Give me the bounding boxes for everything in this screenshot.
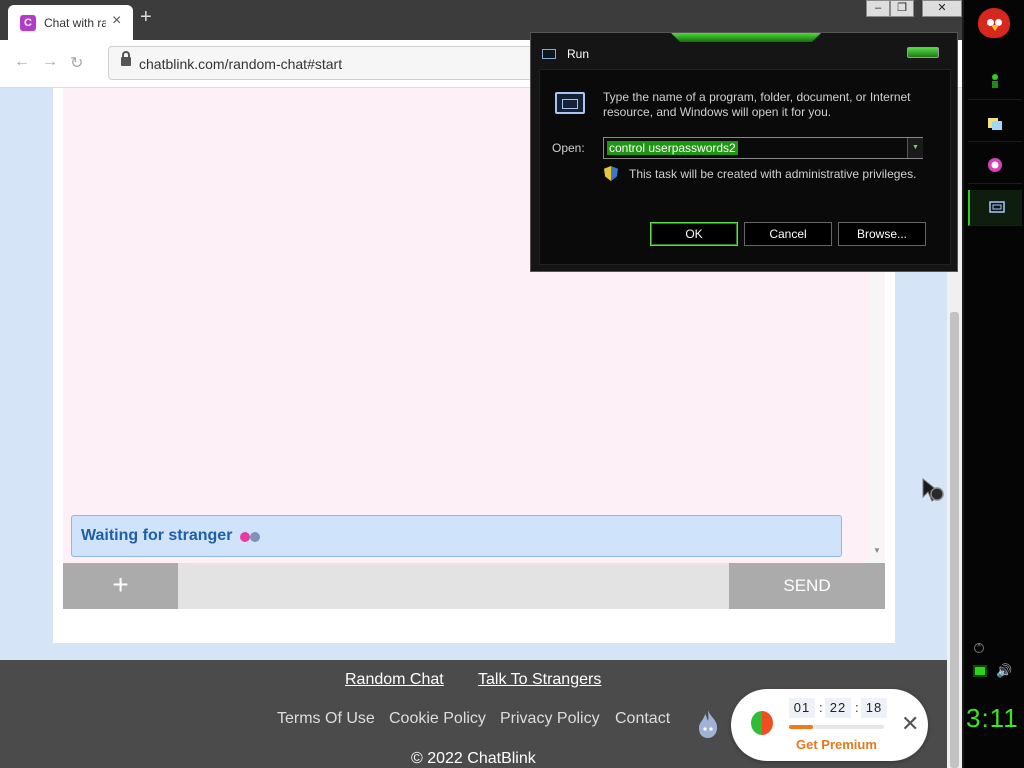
run-window-icon bbox=[989, 201, 1005, 213]
chatblink-favicon-icon: C bbox=[20, 15, 36, 31]
timer-separator: : bbox=[855, 700, 859, 715]
waiting-status-text: Waiting for stranger bbox=[81, 527, 233, 544]
bird-eye bbox=[987, 19, 994, 26]
footer-link-cookie-policy[interactable]: Cookie Policy bbox=[389, 710, 486, 728]
timer-hours: 01 bbox=[789, 698, 815, 718]
footer-link-random-chat[interactable]: Random Chat bbox=[345, 671, 444, 689]
windows-taskbar: ^ 🔊 3:11 bbox=[962, 0, 1024, 768]
green-figure-icon bbox=[992, 74, 998, 88]
tab-close-icon[interactable]: × bbox=[112, 12, 121, 30]
taskbar-item[interactable] bbox=[968, 106, 1022, 142]
network-icon[interactable] bbox=[973, 665, 987, 677]
copyright-text: © 2022 ChatBlink bbox=[411, 750, 536, 767]
browser-tab[interactable]: C Chat with ra × bbox=[8, 5, 133, 40]
notes-icon bbox=[988, 118, 1002, 130]
run-title-icon bbox=[542, 49, 556, 59]
taskbar-item[interactable] bbox=[968, 64, 1022, 100]
footer-link-talk-to-strangers[interactable]: Talk To Strangers bbox=[478, 671, 601, 689]
message-input[interactable] bbox=[178, 563, 729, 609]
taskbar-item[interactable] bbox=[968, 148, 1022, 184]
taskbar-item-run[interactable] bbox=[968, 190, 1022, 226]
cancel-button[interactable]: Cancel bbox=[744, 222, 832, 246]
run-close-button[interactable] bbox=[907, 47, 939, 58]
timer-minutes: 22 bbox=[825, 698, 851, 718]
window-controls: – ❐ ✕ bbox=[866, 0, 962, 17]
busy-cursor-icon bbox=[922, 478, 944, 502]
taskbar-clock[interactable]: 3:11 bbox=[966, 703, 1019, 734]
lock-icon bbox=[121, 51, 131, 66]
tray-expand-icon[interactable]: ^ bbox=[974, 643, 984, 653]
timer-separator: : bbox=[819, 700, 823, 715]
footer-link-terms[interactable]: Terms Of Use bbox=[277, 710, 375, 728]
bird-eye bbox=[995, 19, 1002, 26]
premium-close-icon[interactable]: ✕ bbox=[901, 711, 919, 737]
run-description: Type the name of a program, folder, docu… bbox=[603, 90, 911, 119]
bird-beak bbox=[991, 25, 999, 31]
dialog-top-glow bbox=[671, 33, 821, 42]
uac-shield-icon bbox=[604, 166, 618, 181]
dropdown-arrow-icon[interactable]: ▼ bbox=[907, 138, 923, 158]
pink-orb-icon bbox=[988, 158, 1002, 172]
tab-title: Chat with ra bbox=[44, 16, 106, 30]
restore-button[interactable]: ❐ bbox=[890, 0, 914, 17]
premium-widget: 01 : 22 : 18 Get Premium ✕ bbox=[731, 689, 928, 761]
scroll-down-arrow-icon[interactable]: ▼ bbox=[873, 546, 881, 555]
premium-progress-fill bbox=[789, 725, 813, 729]
run-dialog-title: Run bbox=[567, 47, 590, 61]
chat-controls: + SEND bbox=[63, 563, 885, 609]
new-tab-button[interactable]: + bbox=[140, 6, 152, 29]
admin-privileges-note: This task will be created with administr… bbox=[629, 167, 917, 181]
waiting-status-box: Waiting for stranger bbox=[71, 515, 842, 557]
reload-icon[interactable]: ↻ bbox=[70, 53, 83, 73]
url-text: chatblink.com/random-chat#start bbox=[139, 56, 343, 72]
run-dialog: Run Type the name of a program, folder, … bbox=[530, 32, 958, 272]
typing-dot-icon bbox=[240, 532, 250, 542]
forward-arrow-icon[interactable]: → bbox=[42, 53, 58, 71]
footer-link-contact[interactable]: Contact bbox=[615, 710, 670, 728]
add-button[interactable]: + bbox=[63, 563, 178, 609]
pie-icon bbox=[751, 711, 773, 735]
timer-seconds: 18 bbox=[861, 698, 887, 718]
page-scrollbar-thumb[interactable] bbox=[950, 312, 959, 768]
get-premium-link[interactable]: Get Premium bbox=[796, 737, 877, 752]
browse-button[interactable]: Browse... bbox=[838, 222, 926, 246]
send-button[interactable]: SEND bbox=[729, 563, 885, 609]
minimize-button[interactable]: – bbox=[866, 0, 890, 17]
open-label: Open: bbox=[552, 141, 585, 155]
window-close-button[interactable]: ✕ bbox=[922, 0, 962, 17]
ok-button[interactable]: OK bbox=[650, 222, 738, 246]
footer-link-privacy-policy[interactable]: Privacy Policy bbox=[500, 710, 600, 728]
run-app-icon bbox=[555, 92, 585, 114]
run-open-input[interactable]: control userpasswords2 ▼ bbox=[603, 137, 923, 159]
angry-bird-icon[interactable] bbox=[978, 8, 1010, 38]
run-dialog-body: Type the name of a program, folder, docu… bbox=[539, 69, 951, 265]
fire-icon[interactable] bbox=[696, 709, 720, 739]
volume-icon[interactable]: 🔊 bbox=[996, 663, 1012, 679]
typing-dot-icon bbox=[250, 532, 260, 542]
run-input-value[interactable]: control userpasswords2 bbox=[607, 141, 738, 155]
back-arrow-icon[interactable]: ← bbox=[14, 53, 30, 71]
premium-progress-bar bbox=[789, 725, 884, 729]
